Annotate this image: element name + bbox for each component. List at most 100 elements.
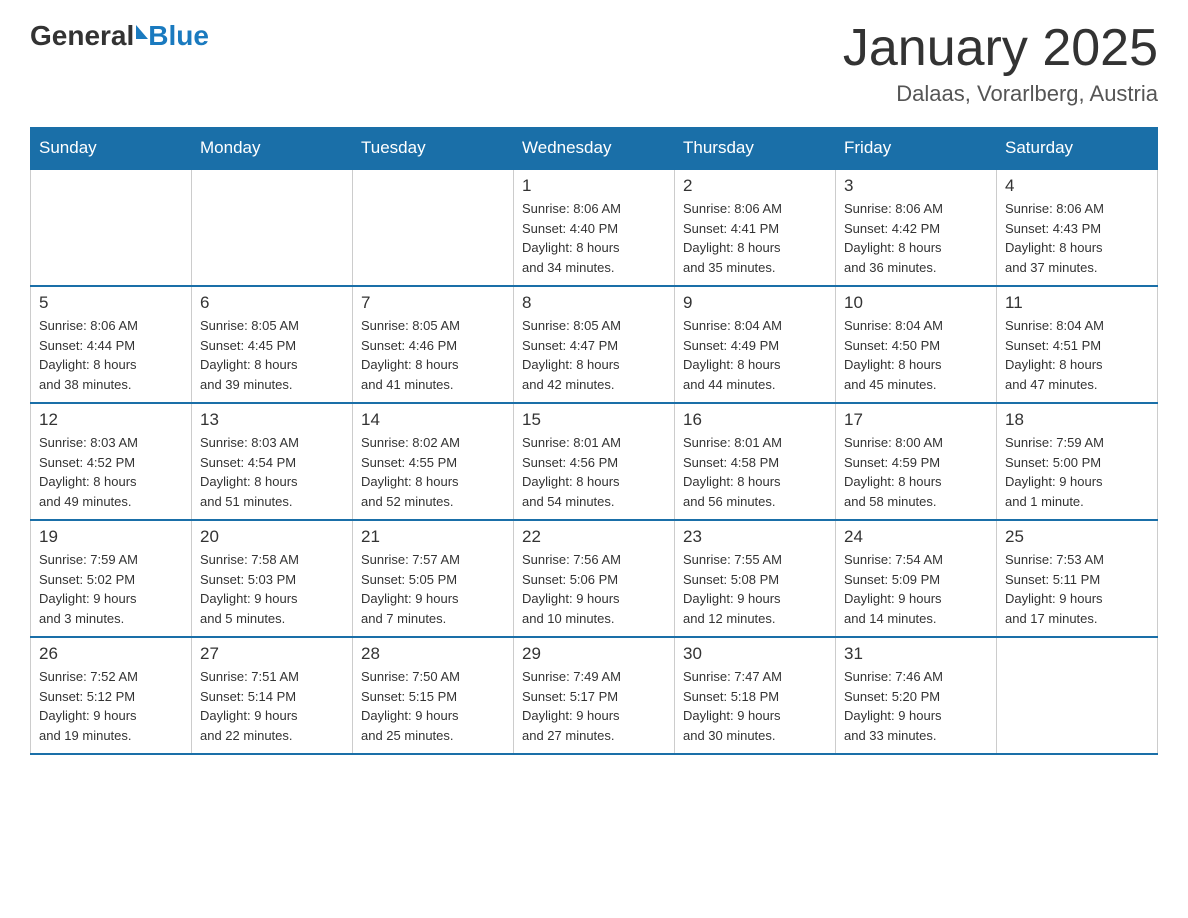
day-info: Sunrise: 7:51 AM Sunset: 5:14 PM Dayligh… (200, 667, 344, 745)
day-number: 20 (200, 527, 344, 547)
calendar-cell: 6 Sunrise: 8:05 AM Sunset: 4:45 PM Daylig… (192, 286, 353, 403)
calendar-cell: 25 Sunrise: 7:53 AM Sunset: 5:11 PM Dayli… (997, 520, 1158, 637)
calendar-cell (192, 169, 353, 286)
day-info: Sunrise: 8:02 AM Sunset: 4:55 PM Dayligh… (361, 433, 505, 511)
day-number: 16 (683, 410, 827, 430)
day-number: 27 (200, 644, 344, 664)
calendar-header-saturday: Saturday (997, 128, 1158, 170)
calendar-cell (31, 169, 192, 286)
calendar-header-thursday: Thursday (675, 128, 836, 170)
calendar-cell: 24 Sunrise: 7:54 AM Sunset: 5:09 PM Dayli… (836, 520, 997, 637)
calendar-week-row: 19Sunrise: 7:59 AM Sunset: 5:02 PM Dayli… (31, 520, 1158, 637)
calendar-cell (353, 169, 514, 286)
header: General Blue January 2025 Dalaas, Vorarl… (30, 20, 1158, 107)
day-number: 26 (39, 644, 183, 664)
day-info: Sunrise: 8:05 AM Sunset: 4:46 PM Dayligh… (361, 316, 505, 394)
calendar-week-row: 1Sunrise: 8:06 AM Sunset: 4:40 PM Daylig… (31, 169, 1158, 286)
calendar-cell: 16 Sunrise: 8:01 AM Sunset: 4:58 PM Dayli… (675, 403, 836, 520)
calendar-cell: 10Sunrise: 8:04 AM Sunset: 4:50 PM Dayli… (836, 286, 997, 403)
day-number: 9 (683, 293, 827, 313)
calendar-cell: 2 Sunrise: 8:06 AM Sunset: 4:41 PM Daylig… (675, 169, 836, 286)
location-title: Dalaas, Vorarlberg, Austria (843, 81, 1158, 107)
day-number: 14 (361, 410, 505, 430)
day-info: Sunrise: 7:54 AM Sunset: 5:09 PM Dayligh… (844, 550, 988, 628)
day-number: 12 (39, 410, 183, 430)
calendar-cell: 22 Sunrise: 7:56 AM Sunset: 5:06 PM Dayli… (514, 520, 675, 637)
day-info: Sunrise: 8:05 AM Sunset: 4:47 PM Dayligh… (522, 316, 666, 394)
calendar-cell: 14 Sunrise: 8:02 AM Sunset: 4:55 PM Dayli… (353, 403, 514, 520)
day-number: 17 (844, 410, 988, 430)
day-number: 21 (361, 527, 505, 547)
day-info: Sunrise: 8:03 AM Sunset: 4:52 PM Dayligh… (39, 433, 183, 511)
logo-general-text: General (30, 20, 134, 52)
calendar-header-sunday: Sunday (31, 128, 192, 170)
day-number: 23 (683, 527, 827, 547)
calendar-cell: 5 Sunrise: 8:06 AM Sunset: 4:44 PM Daylig… (31, 286, 192, 403)
calendar-cell (997, 637, 1158, 754)
calendar-cell: 13 Sunrise: 8:03 AM Sunset: 4:54 PM Dayli… (192, 403, 353, 520)
calendar-cell: 11Sunrise: 8:04 AM Sunset: 4:51 PM Dayli… (997, 286, 1158, 403)
calendar-header-wednesday: Wednesday (514, 128, 675, 170)
day-info: Sunrise: 8:05 AM Sunset: 4:45 PM Dayligh… (200, 316, 344, 394)
day-info: Sunrise: 7:47 AM Sunset: 5:18 PM Dayligh… (683, 667, 827, 745)
logo-text: General Blue (30, 20, 209, 52)
day-number: 24 (844, 527, 988, 547)
day-number: 8 (522, 293, 666, 313)
calendar-header-monday: Monday (192, 128, 353, 170)
logo-blue-part: Blue (134, 20, 209, 52)
day-number: 13 (200, 410, 344, 430)
day-number: 28 (361, 644, 505, 664)
day-info: Sunrise: 8:06 AM Sunset: 4:40 PM Dayligh… (522, 199, 666, 277)
day-info: Sunrise: 8:00 AM Sunset: 4:59 PM Dayligh… (844, 433, 988, 511)
calendar-header-row: SundayMondayTuesdayWednesdayThursdayFrid… (31, 128, 1158, 170)
day-info: Sunrise: 8:06 AM Sunset: 4:41 PM Dayligh… (683, 199, 827, 277)
day-info: Sunrise: 8:06 AM Sunset: 4:43 PM Dayligh… (1005, 199, 1149, 277)
day-number: 11 (1005, 293, 1149, 313)
day-number: 2 (683, 176, 827, 196)
day-number: 19 (39, 527, 183, 547)
calendar-cell: 23Sunrise: 7:55 AM Sunset: 5:08 PM Dayli… (675, 520, 836, 637)
page: General Blue January 2025 Dalaas, Vorarl… (0, 0, 1188, 785)
day-info: Sunrise: 7:59 AM Sunset: 5:00 PM Dayligh… (1005, 433, 1149, 511)
day-number: 3 (844, 176, 988, 196)
logo-blue-text: Blue (148, 20, 209, 52)
calendar-header-friday: Friday (836, 128, 997, 170)
day-number: 22 (522, 527, 666, 547)
day-number: 6 (200, 293, 344, 313)
calendar-cell: 12 Sunrise: 8:03 AM Sunset: 4:52 PM Dayli… (31, 403, 192, 520)
day-info: Sunrise: 8:04 AM Sunset: 4:49 PM Dayligh… (683, 316, 827, 394)
day-number: 4 (1005, 176, 1149, 196)
day-info: Sunrise: 8:06 AM Sunset: 4:42 PM Dayligh… (844, 199, 988, 277)
day-info: Sunrise: 7:52 AM Sunset: 5:12 PM Dayligh… (39, 667, 183, 745)
calendar-cell: 9 Sunrise: 8:04 AM Sunset: 4:49 PM Daylig… (675, 286, 836, 403)
calendar-table: SundayMondayTuesdayWednesdayThursdayFrid… (30, 127, 1158, 755)
day-info: Sunrise: 7:46 AM Sunset: 5:20 PM Dayligh… (844, 667, 988, 745)
calendar-cell: 15Sunrise: 8:01 AM Sunset: 4:56 PM Dayli… (514, 403, 675, 520)
calendar-cell: 31 Sunrise: 7:46 AM Sunset: 5:20 PM Dayli… (836, 637, 997, 754)
calendar-cell: 19Sunrise: 7:59 AM Sunset: 5:02 PM Dayli… (31, 520, 192, 637)
day-number: 18 (1005, 410, 1149, 430)
day-info: Sunrise: 7:53 AM Sunset: 5:11 PM Dayligh… (1005, 550, 1149, 628)
day-info: Sunrise: 7:50 AM Sunset: 5:15 PM Dayligh… (361, 667, 505, 745)
title-block: January 2025 Dalaas, Vorarlberg, Austria (843, 20, 1158, 107)
month-title: January 2025 (843, 20, 1158, 77)
logo: General Blue (30, 20, 209, 52)
calendar-cell: 27 Sunrise: 7:51 AM Sunset: 5:14 PM Dayli… (192, 637, 353, 754)
calendar-cell: 3 Sunrise: 8:06 AM Sunset: 4:42 PM Daylig… (836, 169, 997, 286)
day-number: 31 (844, 644, 988, 664)
calendar-cell: 17 Sunrise: 8:00 AM Sunset: 4:59 PM Dayli… (836, 403, 997, 520)
day-info: Sunrise: 7:56 AM Sunset: 5:06 PM Dayligh… (522, 550, 666, 628)
calendar-cell: 7Sunrise: 8:05 AM Sunset: 4:46 PM Daylig… (353, 286, 514, 403)
day-info: Sunrise: 8:06 AM Sunset: 4:44 PM Dayligh… (39, 316, 183, 394)
day-info: Sunrise: 8:01 AM Sunset: 4:58 PM Dayligh… (683, 433, 827, 511)
day-number: 25 (1005, 527, 1149, 547)
day-number: 5 (39, 293, 183, 313)
calendar-cell: 29Sunrise: 7:49 AM Sunset: 5:17 PM Dayli… (514, 637, 675, 754)
calendar-cell: 21Sunrise: 7:57 AM Sunset: 5:05 PM Dayli… (353, 520, 514, 637)
calendar-week-row: 5 Sunrise: 8:06 AM Sunset: 4:44 PM Daylig… (31, 286, 1158, 403)
day-number: 29 (522, 644, 666, 664)
day-info: Sunrise: 8:03 AM Sunset: 4:54 PM Dayligh… (200, 433, 344, 511)
calendar-cell: 8 Sunrise: 8:05 AM Sunset: 4:47 PM Daylig… (514, 286, 675, 403)
calendar-cell: 4 Sunrise: 8:06 AM Sunset: 4:43 PM Daylig… (997, 169, 1158, 286)
day-info: Sunrise: 7:58 AM Sunset: 5:03 PM Dayligh… (200, 550, 344, 628)
